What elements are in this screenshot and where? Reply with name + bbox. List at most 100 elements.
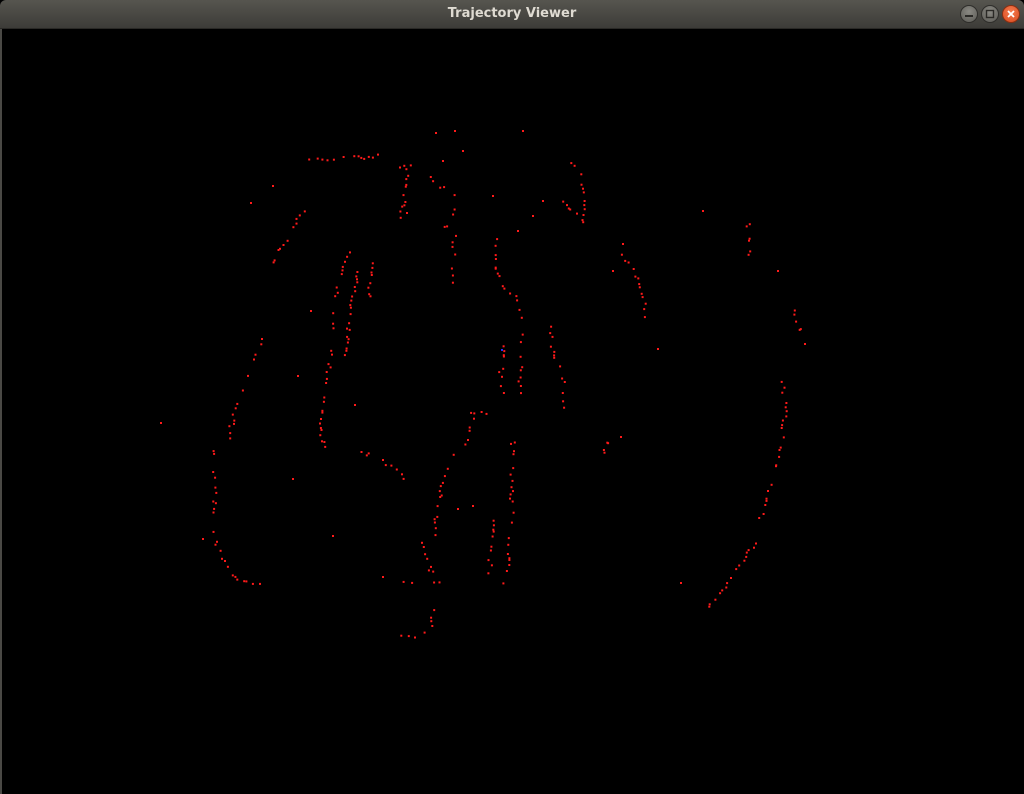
trajectory-point [423,631,426,634]
trajectory-point [320,418,322,420]
trajectory-point [325,377,328,380]
trajectory-point [214,502,217,505]
trajectory-point [795,320,798,323]
trajectory-point [517,230,519,232]
trajectory-point [510,442,512,445]
trajectory-point [319,427,322,429]
trajectory-point [743,559,746,562]
close-button[interactable] [1002,5,1020,23]
trajectory-point [399,216,402,219]
trajectory-point [714,598,717,601]
point-cloud-plot [160,130,806,639]
trajectory-point [517,380,520,383]
trajectory-point [498,275,501,278]
trajectory-point [632,268,635,270]
trajectory-point [390,464,393,467]
trajectory-point [202,538,204,540]
trajectory-point [562,200,565,203]
trajectory-point [221,557,223,560]
trajectory-point [330,349,333,352]
trajectory-point [640,292,643,295]
trajectory-point [491,535,494,538]
trajectory-point [747,253,750,256]
trajectory-point [321,440,323,443]
trajectory-point [519,355,522,358]
trajectory-point [321,409,324,412]
trajectory-point [620,436,622,438]
trajectory-point [434,534,437,537]
trajectory-point [214,476,217,479]
trajectory-point [349,251,351,254]
trajectory-point [492,528,495,531]
trajectory-point [341,269,344,272]
trajectory-point [395,468,398,471]
trajectory-point [433,518,436,521]
trajectory-point [781,419,784,422]
trajectory-point [273,259,276,262]
trajectory-point [367,452,370,455]
trajectory-point [212,511,215,514]
trajectory-point [429,176,432,178]
trajectory-point [433,521,436,524]
trajectory-point [347,338,350,341]
trajectory-point [403,164,406,167]
trajectory-point [464,443,467,446]
trajectory-point [403,204,406,207]
trajectory-point [780,427,783,429]
trajectory-point [487,572,490,575]
trajectory-point [721,589,724,592]
trajectory-point [503,350,506,353]
trajectory-point [520,392,522,395]
trajectory-point [753,546,755,549]
trajectory-point [342,156,345,158]
trajectory-point [436,515,439,518]
trajectory-point [480,411,483,413]
trajectory-point [779,446,782,449]
trajectory-point [513,441,516,444]
trajectory-point [638,286,641,289]
trajectory-point [334,295,337,298]
trajectory-point [490,564,493,567]
trajectory-point [213,452,216,455]
trajectory-point [516,299,519,302]
trajectory-point [784,406,787,409]
trajectory-point [321,158,324,161]
trajectory-point [346,255,349,258]
trajectory-point [566,204,568,207]
trajectory-point [405,178,408,181]
trajectory-point [421,541,423,544]
trajectory-point [521,333,524,336]
title-bar[interactable]: Trajectory Viewer [0,0,1024,29]
trajectory-point [212,471,215,473]
trajectory-point [399,166,401,169]
trajectory-point [253,358,255,361]
trajectory-point [747,549,750,552]
trajectory-point [494,258,497,260]
trajectory-point [508,559,511,561]
trajectory-point [234,575,237,578]
trajectory-point [424,553,427,556]
minimize-button[interactable] [960,5,978,23]
trajectory-point [346,327,348,330]
trajectory-point [462,150,464,152]
trajectory-point [432,180,435,183]
trajectory-point [549,345,552,348]
trajectory-point [292,226,295,229]
trajectory-point [518,308,521,311]
maximize-button[interactable] [981,5,999,23]
trajectory-point [453,208,456,211]
trajectory-point [603,451,606,454]
trajectory-point [512,467,515,470]
trajectory-point [402,477,405,480]
trajectory-point [316,157,319,160]
trajectory-point [509,493,512,496]
trajectory-point [570,162,573,165]
trajectory-point [224,560,226,562]
trajectory-point [351,295,354,298]
trajectory-canvas[interactable] [0,29,1024,794]
trajectory-point [781,424,784,427]
trajectory-point [323,396,326,399]
trajectory-point [212,530,215,533]
trajectory-point [331,353,333,356]
trajectory-point [214,486,217,489]
